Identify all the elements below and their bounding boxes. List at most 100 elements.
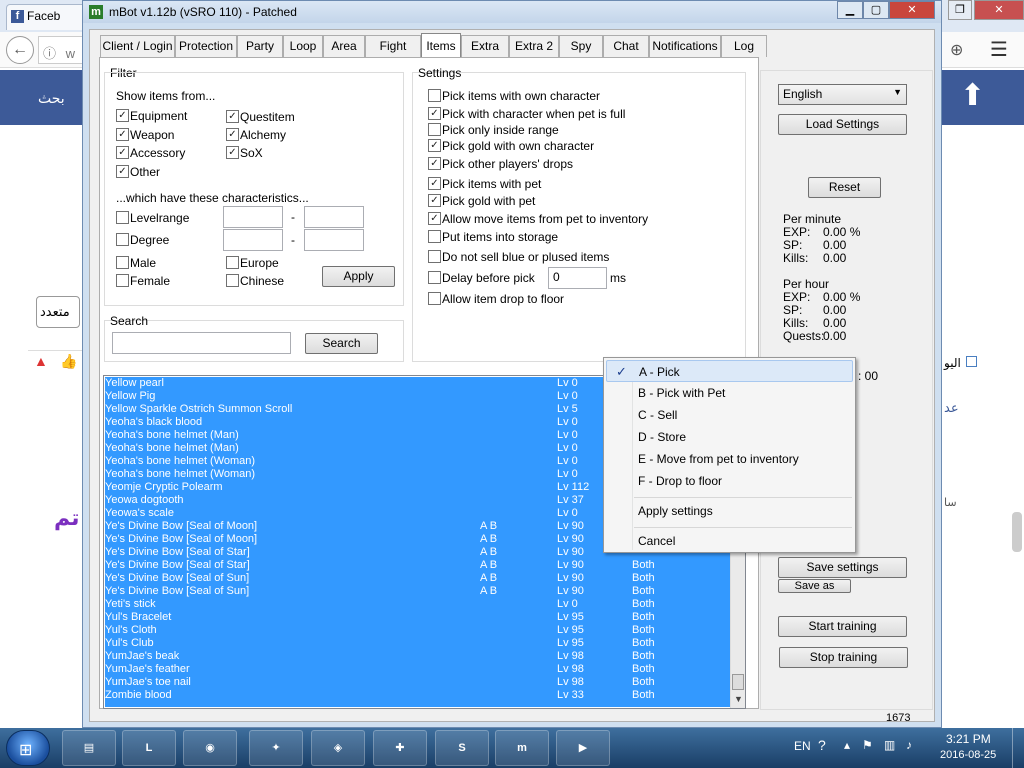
tab-protection[interactable]: Protection [175,35,237,57]
warning-icon[interactable]: ▲ [34,353,48,369]
language-select[interactable]: English ▼ [778,84,907,105]
list-item[interactable]: YumJae's feather Lv 98 Both [105,663,730,676]
show-desktop-button[interactable] [1012,728,1024,768]
menu-icon[interactable]: ☰ [990,37,1008,62]
apply-button[interactable]: Apply [322,266,395,287]
menu-item-pick[interactable]: ✓ A - Pick [606,360,853,382]
scroll-down-icon[interactable]: ▼ [734,694,743,704]
address-bar[interactable]: ⓘ w [38,36,82,64]
male-checkbox[interactable] [116,256,129,269]
call-of-duty-icon[interactable]: ◈ [311,730,365,766]
like-icon[interactable]: 👍 [60,353,77,370]
browser-close-button[interactable]: ✕ [974,0,1024,20]
menu-item-drop-floor[interactable]: F - Drop to floor [606,470,853,492]
browser-scrollbar[interactable] [1012,512,1022,552]
clock-time[interactable]: 3:21 PM [946,732,991,746]
mbot-taskbar-icon[interactable]: m [495,730,549,766]
list-item[interactable]: YumJae's beak Lv 98 Both [105,650,730,663]
save-as-button[interactable]: Save as [778,579,851,593]
minimize-button[interactable]: ▁ [837,1,863,19]
philippines-flag-icon[interactable]: ▶ [556,730,610,766]
browser-right-link[interactable]: عد [944,400,959,416]
up-arrow-icon[interactable]: ⬆ [960,78,985,113]
right-checkbox[interactable] [966,356,978,367]
list-item[interactable]: Zombie blood Lv 33 Both [105,689,730,702]
search-button[interactable]: Search [305,333,378,354]
setting-checkbox-gold-pet[interactable]: ✓ [428,194,441,207]
chinese-checkbox[interactable] [226,274,239,287]
setting-checkbox-inside-range[interactable] [428,123,441,136]
setting-checkbox-gold-own[interactable]: ✓ [428,139,441,152]
browser-tab[interactable]: f Faceb [6,4,86,30]
tab-log[interactable]: Log [721,35,767,57]
game-client-icon[interactable]: ✚ [373,730,427,766]
skype-icon[interactable]: S [435,730,489,766]
list-item[interactable]: Ye's Divine Bow [Seal of Sun] A B Lv 90 Bot… [105,572,730,585]
levelrange-checkbox[interactable] [116,211,129,224]
menu-item-apply-settings[interactable]: Apply settings [606,500,853,522]
network-icon[interactable]: ▥ [884,738,895,752]
levelrange-min-input[interactable] [223,206,283,228]
menu-item-cancel[interactable]: Cancel [606,530,853,552]
scroll-thumb[interactable] [732,674,744,690]
setting-checkbox-move-items[interactable]: ✓ [428,212,441,225]
setting-checkbox-no-sell-blue[interactable] [428,250,441,263]
browser-side-button[interactable]: متعدد [36,296,80,328]
list-item[interactable]: Yeti's stick Lv 0 Both [105,598,730,611]
setting-checkbox-storage[interactable] [428,230,441,243]
setting-checkbox-delay[interactable] [428,271,441,284]
alchemy-checkbox[interactable]: ✓ [226,128,239,141]
list-item[interactable]: Ye's Divine Bow [Seal of Star] A B Lv 90 Bo… [105,559,730,572]
menu-item-store[interactable]: D - Store [606,426,853,448]
tab-extra-2[interactable]: Extra 2 [509,35,559,57]
list-item[interactable]: Yul's Club Lv 95 Both [105,637,730,650]
setting-checkbox-items-pet[interactable]: ✓ [428,177,441,190]
degree-checkbox[interactable] [116,233,129,246]
maximize-button[interactable]: ▢ [863,1,889,19]
female-checkbox[interactable] [116,274,129,287]
tab-items[interactable]: Items [421,33,461,57]
globe-icon[interactable]: ⊕ [950,40,963,60]
tab-extra[interactable]: Extra [461,35,509,57]
tray-expand-icon[interactable]: ▴ [844,738,850,752]
menu-item-pick-with-pet[interactable]: B - Pick with Pet [606,382,853,404]
search-text[interactable]: بحث [38,90,65,107]
file-explorer-icon[interactable]: ▤ [62,730,116,766]
tab-notifications[interactable]: Notifications [649,35,721,57]
delay-input[interactable]: 0 [548,267,607,289]
volume-icon[interactable]: ♪ [906,738,912,752]
title-bar[interactable]: m mBot v1.12b (vSRO 110) - Patched ▁ ▢ ✕ [83,1,941,23]
action-center-icon[interactable]: ⚑ [862,738,873,752]
save-settings-button[interactable]: Save settings [778,557,907,578]
search-input[interactable] [112,332,291,354]
accessory-checkbox[interactable]: ✓ [116,146,129,159]
degree-min-input[interactable] [223,229,283,251]
clock-date[interactable]: 2016-08-25 [940,749,996,761]
sox-checkbox[interactable]: ✓ [226,146,239,159]
setting-checkbox-other-drops[interactable]: ✓ [428,157,441,170]
questitem-checkbox[interactable]: ✓ [226,110,239,123]
browser-restore-button[interactable]: ❐ [948,0,972,20]
load-settings-button[interactable]: Load Settings [778,114,907,135]
tab-spy[interactable]: Spy [559,35,603,57]
start-training-button[interactable]: Start training [778,616,907,637]
tab-area[interactable]: Area [323,35,365,57]
firefox-icon[interactable]: ◉ [183,730,237,766]
other-checkbox[interactable]: ✓ [116,165,129,178]
menu-item-sell[interactable]: C - Sell [606,404,853,426]
tab-chat[interactable]: Chat [603,35,649,57]
list-item[interactable]: Yul's Bracelet Lv 95 Both [105,611,730,624]
start-button[interactable]: ⊞ [6,730,50,766]
tab-loop[interactable]: Loop [283,35,323,57]
menu-item-move-pet[interactable]: E - Move from pet to inventory [606,448,853,470]
back-arrow-icon[interactable]: ← [6,36,34,64]
reset-button[interactable]: Reset [808,177,881,198]
list-item[interactable]: YumJae's toe nail Lv 98 Both [105,676,730,689]
weapon-checkbox[interactable]: ✓ [116,128,129,141]
levelrange-max-input[interactable] [304,206,364,228]
setting-checkbox-own-character[interactable] [428,89,441,102]
league-of-legends-icon[interactable]: L [122,730,176,766]
setting-checkbox-pet-full[interactable]: ✓ [428,107,441,120]
help-icon[interactable]: ? [818,737,826,753]
tab-client-login[interactable]: Client / Login [100,35,175,57]
